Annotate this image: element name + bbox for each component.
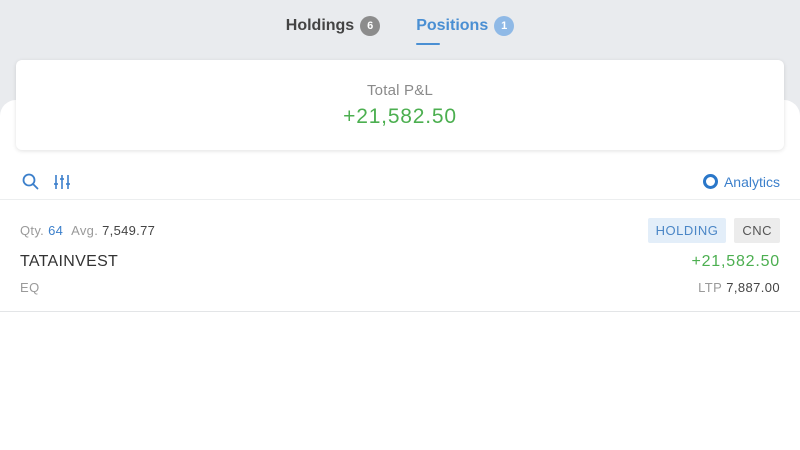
app-root: Holdings 6 Positions 1 Total P&L +21,582… — [0, 0, 800, 450]
positions-toolbar: Analytics — [0, 164, 800, 200]
tab-positions[interactable]: Positions 1 — [416, 15, 515, 45]
qty-label: Qty. — [20, 222, 45, 238]
ltp-label: LTP — [698, 279, 723, 295]
position-meta: Qty. 64 Avg. 7,549.77 — [20, 223, 155, 238]
ltp: LTP 7,887.00 — [698, 280, 780, 295]
product-type-tag: CNC — [734, 217, 780, 243]
analytics-ring-icon — [702, 174, 718, 189]
instrument-symbol: TATAINVEST — [20, 253, 119, 270]
tab-holdings[interactable]: Holdings 6 — [285, 15, 381, 37]
active-tab-indicator — [416, 43, 441, 45]
tab-holdings-label: Holdings — [285, 17, 355, 34]
tab-positions-count-badge: 1 — [494, 16, 515, 36]
sliders-icon[interactable] — [52, 172, 72, 192]
total-pnl-card: Total P&L +21,582.50 — [16, 60, 784, 150]
position-row[interactable]: Qty. 64 Avg. 7,549.77 HOLDING CNC TATAINVES… — [0, 201, 800, 312]
analytics-label: Analytics — [723, 173, 780, 190]
tab-positions-label: Positions — [416, 17, 489, 34]
position-tags: HOLDING CNC — [647, 217, 780, 243]
total-pnl-label: Total P&L — [366, 81, 433, 99]
portfolio-tabs: Holdings 6 Positions 1 — [0, 0, 800, 60]
instrument-segment: EQ — [20, 279, 40, 295]
ltp-value: 7,887.00 — [726, 279, 780, 295]
avg-value: 7,549.77 — [102, 222, 156, 238]
qty-value: 64 — [48, 222, 64, 238]
analytics-button[interactable]: Analytics — [702, 173, 780, 190]
tab-holdings-count-badge: 6 — [360, 16, 381, 36]
search-icon[interactable] — [20, 172, 40, 192]
holding-tag: HOLDING — [647, 217, 727, 243]
avg-label: Avg. — [71, 222, 99, 238]
total-pnl-value: +21,582.50 — [343, 104, 457, 128]
position-pnl: +21,582.50 — [691, 253, 780, 270]
